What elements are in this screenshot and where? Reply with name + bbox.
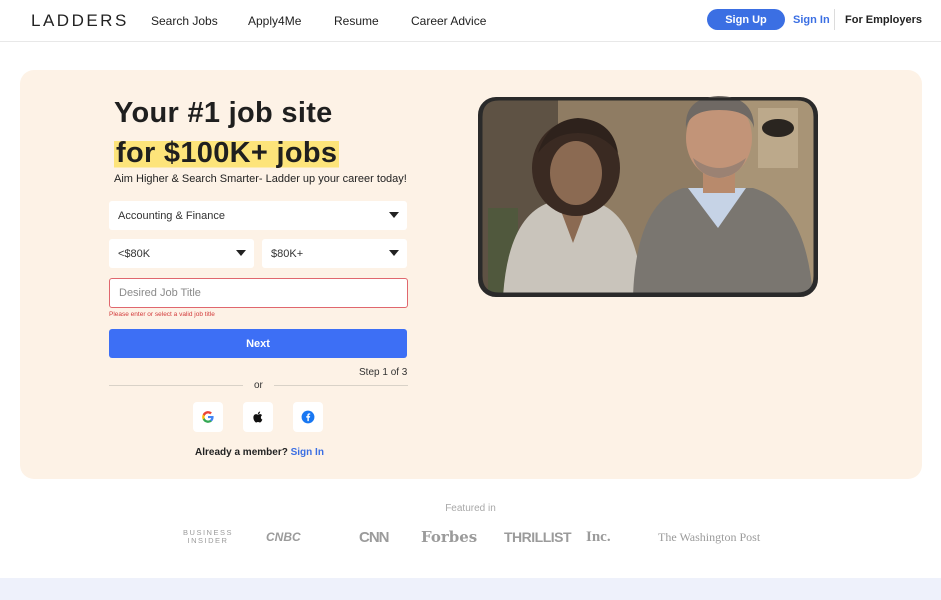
- press-logo-business-insider: BUSINESS INSIDER: [183, 528, 233, 545]
- header-divider: [834, 9, 835, 30]
- already-member-sign-in-link[interactable]: Sign In: [291, 447, 324, 458]
- apple-icon: [252, 411, 262, 423]
- sign-up-button[interactable]: Sign Up: [707, 9, 785, 30]
- nav-resume[interactable]: Resume: [334, 14, 379, 28]
- featured-in-label: Featured in: [445, 503, 496, 514]
- press-logo-cnbc: CNBC: [266, 530, 301, 544]
- or-label: or: [254, 380, 263, 391]
- industry-select[interactable]: Accounting & Finance: [109, 201, 407, 230]
- or-divider-right: [274, 385, 408, 386]
- for-employers-link[interactable]: For Employers: [845, 14, 922, 26]
- press-logo-thrillist: THRILLIST: [504, 529, 572, 545]
- nav-career-advice[interactable]: Career Advice: [411, 14, 486, 28]
- nav-apply4me[interactable]: Apply4Me: [248, 14, 301, 28]
- hero-title-line2: for $100K+ jobs: [114, 137, 340, 170]
- salary-min-select[interactable]: <$80K: [109, 239, 254, 268]
- sign-in-link[interactable]: Sign In: [793, 14, 830, 26]
- job-title-input[interactable]: [109, 278, 408, 308]
- salary-min-value: <$80K: [118, 247, 151, 260]
- chevron-down-icon: [389, 250, 399, 256]
- press-logo-forbes: Forbes: [421, 528, 478, 546]
- chevron-down-icon: [389, 212, 399, 218]
- facebook-icon: [301, 410, 315, 424]
- salary-max-select[interactable]: $80K+: [262, 239, 407, 268]
- already-member-label: Already a member?: [195, 447, 288, 458]
- bottom-section: [0, 578, 941, 600]
- press-logo-washington-post: The Washington Post: [658, 529, 761, 544]
- google-icon: [202, 411, 214, 423]
- nav-search-jobs[interactable]: Search Jobs: [151, 14, 218, 28]
- ladders-logo[interactable]: LADDERS: [31, 11, 129, 31]
- hero-photo-illustration: [479, 96, 817, 296]
- hero-subtitle: Aim Higher & Search Smarter- Ladder up y…: [114, 173, 407, 185]
- press-logo-inc: Inc.: [586, 528, 611, 545]
- hero-title-line1: Your #1 job site: [114, 97, 333, 129]
- chevron-down-icon: [236, 250, 246, 256]
- apple-signin-button[interactable]: [243, 402, 273, 432]
- facebook-signin-button[interactable]: [293, 402, 323, 432]
- next-button[interactable]: Next: [109, 329, 407, 358]
- salary-max-value: $80K+: [271, 247, 304, 260]
- step-indicator: Step 1 of 3: [359, 367, 408, 378]
- google-signin-button[interactable]: [193, 402, 223, 432]
- or-divider-left: [109, 385, 243, 386]
- press-logo-cnn: CNN: [359, 528, 389, 546]
- job-title-error: Please enter or select a valid job title: [109, 311, 215, 318]
- industry-select-value: Accounting & Finance: [118, 209, 226, 222]
- already-member-text: Already a member? Sign In: [195, 447, 324, 458]
